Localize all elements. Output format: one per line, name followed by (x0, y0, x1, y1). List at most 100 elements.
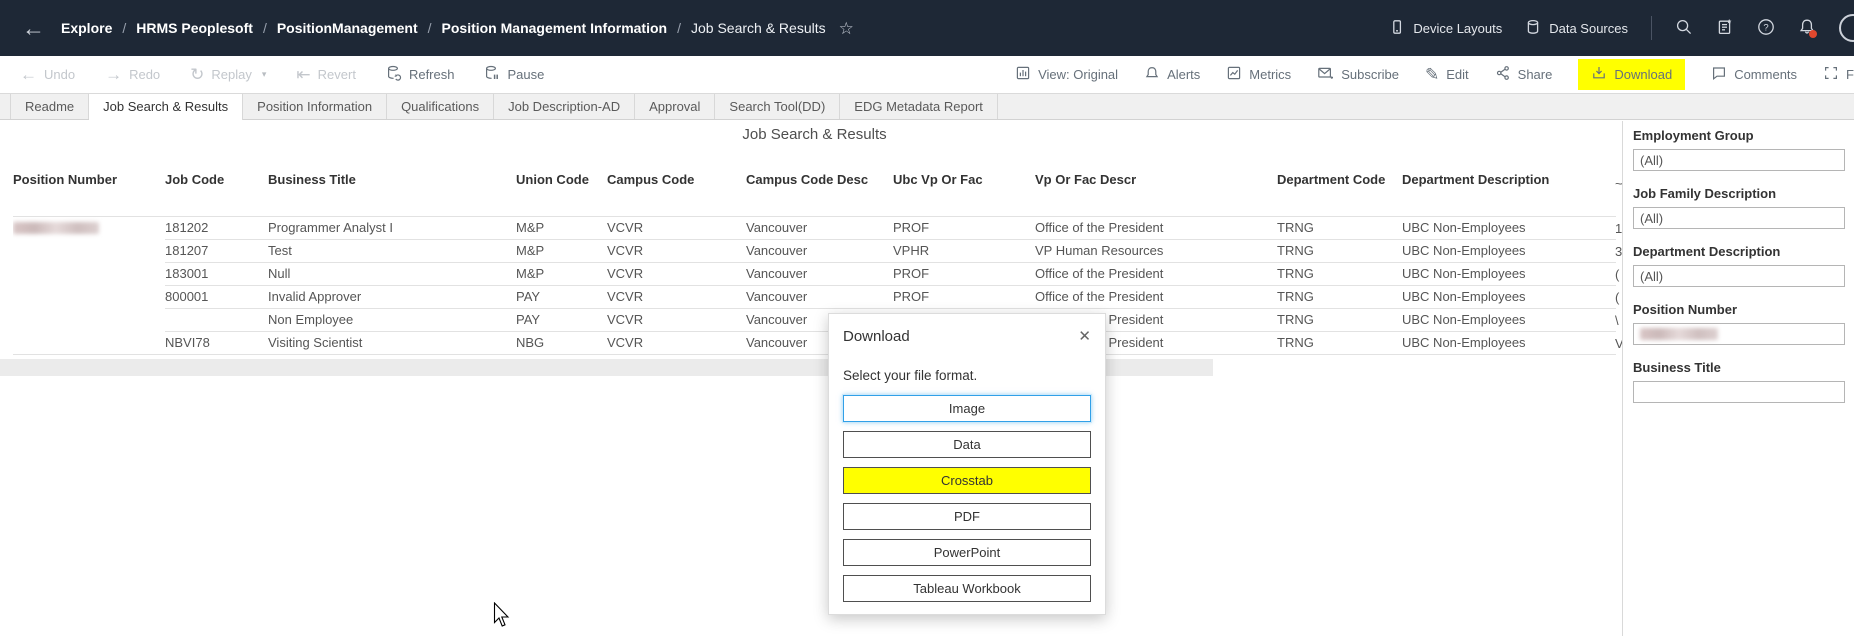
filter-value: (All) (1640, 269, 1663, 284)
download-image-button[interactable]: Image (843, 395, 1091, 422)
pause-updates-icon (484, 65, 500, 84)
cell-union-code: NBG (516, 331, 607, 354)
job-family-description-dropdown[interactable]: (All) (1633, 207, 1845, 229)
cell-job-code: 800001 (165, 285, 268, 308)
position-number-input[interactable] (1633, 323, 1845, 345)
replay-label: Replay (211, 67, 251, 82)
cell-department-code: TRNG (1277, 239, 1402, 262)
cell-department-code: TRNG (1277, 216, 1402, 239)
filter-position-number: Position Number (1633, 302, 1854, 345)
department-description-dropdown[interactable]: (All) (1633, 265, 1845, 287)
redo-arrow-icon: → (105, 66, 122, 83)
tab-job-description-ad[interactable]: Job Description-AD (494, 94, 635, 119)
pause-button[interactable]: Pause (484, 65, 544, 84)
tab-job-search-results[interactable]: Job Search & Results (89, 94, 243, 120)
notifications-bell-icon[interactable] (1798, 18, 1816, 39)
breadcrumb-position-management-information[interactable]: Position Management Information (442, 20, 668, 36)
topbar-divider (1651, 16, 1652, 40)
sheet-title: Job Search & Results (13, 126, 1616, 143)
table-row: NBVI78 Visiting Scientist NBG VCVR Vanco… (13, 331, 1616, 354)
data-sources-button[interactable]: Data Sources (1525, 19, 1628, 38)
data-sources-label: Data Sources (1549, 21, 1628, 36)
fullscreen-button[interactable]: F (1823, 65, 1854, 84)
cell-business-title: Visiting Scientist (268, 331, 516, 354)
cell-department-description: UBC Non-Employees (1402, 239, 1616, 262)
col-campus-code: Campus Code (607, 170, 746, 216)
download-powerpoint-button[interactable]: PowerPoint (843, 539, 1091, 566)
pause-label: Pause (507, 67, 544, 82)
view-original-button[interactable]: View: Original (1015, 65, 1118, 84)
breadcrumb-current-sheet: Job Search & Results (691, 20, 826, 36)
download-button[interactable]: Download (1578, 59, 1685, 90)
download-crosstab-button[interactable]: Crosstab (843, 467, 1091, 494)
breadcrumb-position-management[interactable]: PositionManagement (277, 20, 418, 36)
fullscreen-icon (1823, 65, 1839, 84)
breadcrumb-explore[interactable]: Explore (61, 20, 112, 36)
cell-department-description: UBC Non-Employees (1402, 285, 1616, 308)
undo-button[interactable]: ← Undo (20, 66, 75, 83)
col-ubc-vp-or-fac: Ubc Vp Or Fac (893, 170, 1035, 216)
cell-union-code: PAY (516, 308, 607, 331)
filter-label: Position Number (1633, 302, 1854, 317)
user-avatar[interactable] (1839, 14, 1854, 42)
breadcrumb-hrms-peoplesoft[interactable]: HRMS Peoplesoft (136, 20, 253, 36)
download-icon (1591, 65, 1607, 84)
notification-badge (1809, 30, 1817, 38)
table-row: 800001 Invalid Approver PAY VCVR Vancouv… (13, 285, 1616, 308)
filter-department-description: Department Description (All) (1633, 244, 1854, 287)
replay-button[interactable]: ↻ Replay ▾ (190, 66, 266, 83)
redacted-filter-value (1640, 328, 1718, 340)
redo-label: Redo (129, 67, 160, 82)
download-pdf-button[interactable]: PDF (843, 503, 1091, 530)
download-data-button[interactable]: Data (843, 431, 1091, 458)
undo-arrow-icon: ← (20, 66, 37, 83)
tab-position-information[interactable]: Position Information (243, 94, 387, 119)
cell-department-description: UBC Non-Employees (1402, 308, 1616, 331)
help-icon[interactable]: ? (1757, 18, 1775, 39)
cell-union-code: PAY (516, 285, 607, 308)
toolbar-left: ← Undo → Redo ↻ Replay ▾ ⇤ Revert Refres… (0, 65, 544, 84)
subscribe-button[interactable]: Subscribe (1317, 65, 1399, 84)
breadcrumb-separator: / (122, 20, 126, 36)
alerts-label: Alerts (1167, 67, 1200, 82)
business-title-input[interactable] (1633, 381, 1845, 403)
filters-sidebar: Employment Group (All) Job Family Descri… (1622, 121, 1854, 636)
revert-button[interactable]: ⇤ Revert (296, 66, 356, 83)
device-layouts-button[interactable]: Device Layouts (1389, 19, 1502, 38)
favorite-star-icon[interactable]: ☆ (839, 20, 854, 37)
close-icon[interactable]: ✕ (1078, 327, 1091, 345)
back-arrow-icon[interactable]: ← (22, 17, 45, 40)
employment-group-dropdown[interactable]: (All) (1633, 149, 1845, 171)
tab-edg-metadata-report[interactable]: EDG Metadata Report (840, 94, 998, 119)
cell-campus-code: VCVR (607, 331, 746, 354)
metrics-button[interactable]: Metrics (1226, 65, 1291, 84)
search-icon[interactable] (1675, 18, 1693, 39)
refresh-button[interactable]: Refresh (386, 65, 455, 84)
col-vp-or-fac-descr: Vp Or Fac Descr (1035, 170, 1277, 216)
edit-button[interactable]: ✎ Edit (1425, 66, 1469, 83)
tab-readme[interactable]: Readme (10, 94, 89, 119)
redacted-position-number (13, 216, 165, 354)
undo-label: Undo (44, 67, 75, 82)
redo-button[interactable]: → Redo (105, 66, 160, 83)
edit-pencil-icon: ✎ (1425, 66, 1439, 83)
dialog-header: Download ✕ (829, 314, 1105, 345)
whats-new-icon[interactable] (1716, 18, 1734, 39)
metrics-label: Metrics (1249, 67, 1291, 82)
download-tableau-workbook-button[interactable]: Tableau Workbook (843, 575, 1091, 602)
tab-search-tool-dd[interactable]: Search Tool(DD) (715, 94, 840, 119)
results-table: Position Number Job Code Business Title … (13, 170, 1616, 355)
breadcrumb-separator: / (428, 20, 432, 36)
replay-caret-icon[interactable]: ▾ (262, 69, 267, 80)
cell-union-code: M&P (516, 239, 607, 262)
dialog-title: Download (843, 328, 910, 345)
cell-union-code: M&P (516, 262, 607, 285)
cell-job-code: NBVI78 (165, 331, 268, 354)
share-button[interactable]: Share (1495, 65, 1553, 84)
comments-button[interactable]: Comments (1711, 65, 1797, 84)
tab-approval[interactable]: Approval (635, 94, 715, 119)
table-row: 181207 Test M&P VCVR Vancouver VPHR VP H… (13, 239, 1616, 262)
alerts-button[interactable]: Alerts (1144, 65, 1200, 84)
device-layouts-label: Device Layouts (1413, 21, 1502, 36)
tab-qualifications[interactable]: Qualifications (387, 94, 494, 119)
